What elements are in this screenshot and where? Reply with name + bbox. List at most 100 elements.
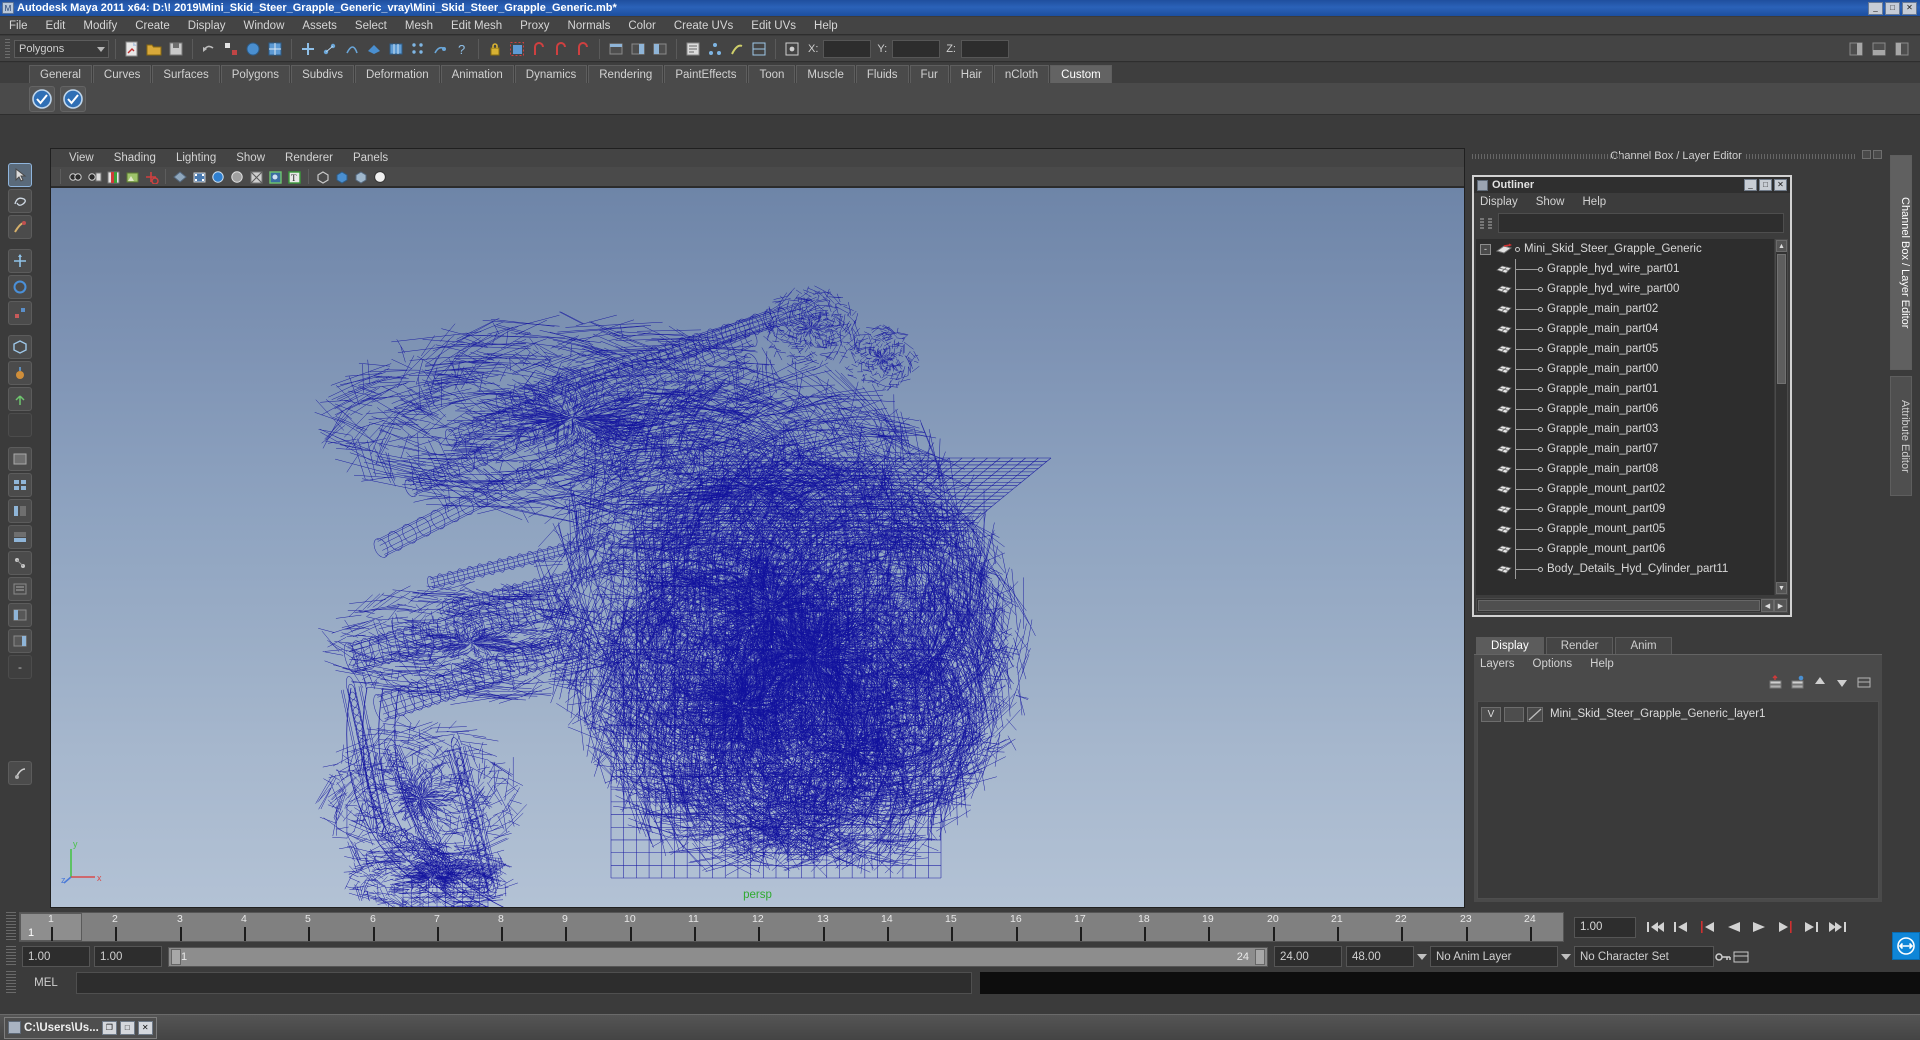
scroll-thumb[interactable]	[1777, 254, 1786, 384]
paint-selection-tool[interactable]	[8, 215, 32, 239]
image-plane-icon[interactable]	[124, 169, 140, 185]
select-tool[interactable]	[8, 163, 32, 187]
outliner-row[interactable]: Grapple_main_part08	[1476, 459, 1774, 479]
attribute-editor-toggle-icon[interactable]	[650, 39, 670, 59]
shelf-tab-muscle[interactable]: Muscle	[796, 65, 855, 83]
step-forward-keyframe-button[interactable]	[1802, 919, 1821, 936]
filter-icon[interactable]	[1478, 217, 1494, 231]
shelf-tab-polygons[interactable]: Polygons	[220, 65, 291, 83]
shelf-tab-toon[interactable]: Toon	[748, 65, 796, 83]
outliner-row[interactable]: Grapple_main_part05	[1476, 339, 1774, 359]
vertical-tab-attribute-editor[interactable]: Attribute Editor	[1890, 376, 1912, 496]
menu-item-window[interactable]: Window	[234, 18, 293, 34]
layer-list[interactable]: V Mini_Skid_Steer_Grapple_Generic_layer1	[1477, 701, 1879, 899]
menu-item-edit-uvs[interactable]: Edit UVs	[742, 18, 805, 34]
outliner-minimize-button[interactable]: _	[1744, 179, 1757, 191]
scale-tool[interactable]	[8, 301, 32, 325]
perspective-viewport-panel[interactable]: View Shading Lighting Show Renderer Panels T …	[50, 148, 1465, 908]
hscroll-right-arrow[interactable]: ▶	[1774, 599, 1787, 612]
bookmarks-icon[interactable]	[105, 169, 121, 185]
play-backwards-button[interactable]	[1724, 919, 1743, 936]
outliner-row[interactable]: Grapple_mount_part06	[1476, 539, 1774, 559]
dock-restore-button[interactable]	[1862, 150, 1871, 159]
scroll-down-arrow[interactable]: ▼	[1776, 582, 1787, 594]
step-back-keyframe-button[interactable]	[1672, 919, 1691, 936]
anim-layer-chevron-down-icon[interactable]	[1558, 947, 1574, 967]
outliner-row[interactable]: Grapple_hyd_wire_part00	[1476, 279, 1774, 299]
last-tool-slot[interactable]	[8, 413, 32, 437]
range-start-handle[interactable]	[171, 948, 181, 965]
quick-layout-persp-graph[interactable]	[8, 525, 32, 549]
range-slider-control[interactable]: 1 24	[168, 946, 1268, 967]
layer-options-icon[interactable]	[1856, 675, 1872, 694]
shelf-tab-general[interactable]: General	[29, 65, 92, 83]
outliner-menu-display[interactable]: Display	[1480, 196, 1528, 208]
expand-collapse-icon[interactable]: -	[1480, 243, 1491, 255]
vray-render-icon[interactable]	[29, 85, 55, 112]
script-editor-icon[interactable]	[683, 39, 703, 59]
dock-grip-left[interactable]	[1472, 154, 1622, 159]
vertical-tab-channel-box-layer-editor[interactable]: Channel Box / Layer Editor	[1890, 155, 1912, 370]
shelf-tab-deformation[interactable]: Deformation	[354, 65, 440, 83]
range-end-handle[interactable]	[1255, 948, 1265, 965]
outliner-horizontal-scrollbar[interactable]: ◀ ▶	[1476, 598, 1788, 613]
new-layer-icon[interactable]	[1768, 674, 1784, 694]
menu-item-file[interactable]: File	[0, 18, 37, 34]
selection-mode-dropdown[interactable]: Polygons	[14, 39, 109, 58]
character-set-field[interactable]: No Character Set	[1574, 946, 1714, 967]
menu-item-edit-mesh[interactable]: Edit Mesh	[442, 18, 511, 34]
wireframe-on-shaded-icon[interactable]	[229, 169, 245, 185]
current-time-field[interactable]: 1.00	[1574, 916, 1636, 938]
quick-layout-four-view[interactable]	[8, 473, 32, 497]
soft-modification-tool[interactable]	[8, 361, 32, 385]
menu-item-mesh[interactable]: Mesh	[396, 18, 442, 34]
construction-plane-icon[interactable]	[386, 39, 406, 59]
teamviewer-overlay-icon[interactable]	[1892, 932, 1920, 960]
layer-menu-options[interactable]: Options	[1533, 658, 1573, 670]
snap-grid-icon[interactable]	[298, 39, 318, 59]
smooth-shade-all-icon[interactable]	[210, 169, 226, 185]
menu-item-display[interactable]: Display	[179, 18, 235, 34]
layer-editor-tab-render[interactable]: Render	[1545, 637, 1614, 654]
hscroll-track[interactable]	[1478, 600, 1760, 611]
outliner-row[interactable]: Grapple_main_part03	[1476, 419, 1774, 439]
shadows-toggle-icon[interactable]	[315, 169, 331, 185]
scroll-up-arrow[interactable]: ▲	[1776, 240, 1787, 252]
viewport-menu-renderer[interactable]: Renderer	[275, 151, 343, 165]
minimize-button[interactable]: _	[1868, 1, 1883, 15]
select-camera-icon[interactable]	[67, 169, 83, 185]
outliner-row[interactable]: Grapple_main_part07	[1476, 439, 1774, 459]
save-scene-icon[interactable]	[166, 39, 186, 59]
command-input[interactable]	[76, 972, 972, 994]
shelf-tab-fur[interactable]: Fur	[909, 65, 949, 83]
animation-end-time-field[interactable]: 48.00	[1346, 946, 1414, 967]
move-layer-down-icon[interactable]	[1834, 675, 1850, 694]
range-end-time-field[interactable]: 24.00	[1274, 946, 1342, 967]
viewport-canvas[interactable]: y x z persp	[51, 188, 1464, 907]
outliner-menu-show[interactable]: Show	[1536, 196, 1575, 208]
quick-layout-hypershade[interactable]	[8, 551, 32, 575]
menu-item-normals[interactable]: Normals	[559, 18, 620, 34]
show-attribute-editor-icon[interactable]	[1892, 39, 1912, 59]
isolate-select-icon[interactable]	[372, 169, 388, 185]
paint-effects-icon[interactable]	[727, 39, 747, 59]
texture-toggle-icon[interactable]: T	[286, 169, 302, 185]
menu-item-modify[interactable]: Modify	[74, 18, 126, 34]
outliner-row[interactable]: Grapple_mount_part09	[1476, 499, 1774, 519]
shelf-tab-ncloth[interactable]: nCloth	[993, 65, 1050, 83]
layer-visibility-toggle[interactable]: V	[1481, 706, 1501, 722]
menu-item-select[interactable]: Select	[346, 18, 396, 34]
range-start-time-field[interactable]: 1.00	[94, 946, 162, 967]
menu-item-help[interactable]: Help	[805, 18, 847, 34]
outliner-close-button[interactable]: ✕	[1774, 179, 1787, 191]
outliner-row[interactable]: Grapple_mount_part02	[1476, 479, 1774, 499]
command-line-grip[interactable]	[6, 971, 16, 995]
universal-manipulator-tool[interactable]	[8, 335, 32, 359]
camera-attributes-icon[interactable]	[86, 169, 102, 185]
lock-icon[interactable]	[485, 39, 505, 59]
outliner-row[interactable]: Grapple_main_part06	[1476, 399, 1774, 419]
maximize-button[interactable]: □	[1885, 1, 1900, 15]
layer-playback-toggle[interactable]	[1504, 706, 1524, 722]
show-channel-box-icon[interactable]	[1846, 39, 1866, 59]
viewport-menu-show[interactable]: Show	[226, 151, 275, 165]
